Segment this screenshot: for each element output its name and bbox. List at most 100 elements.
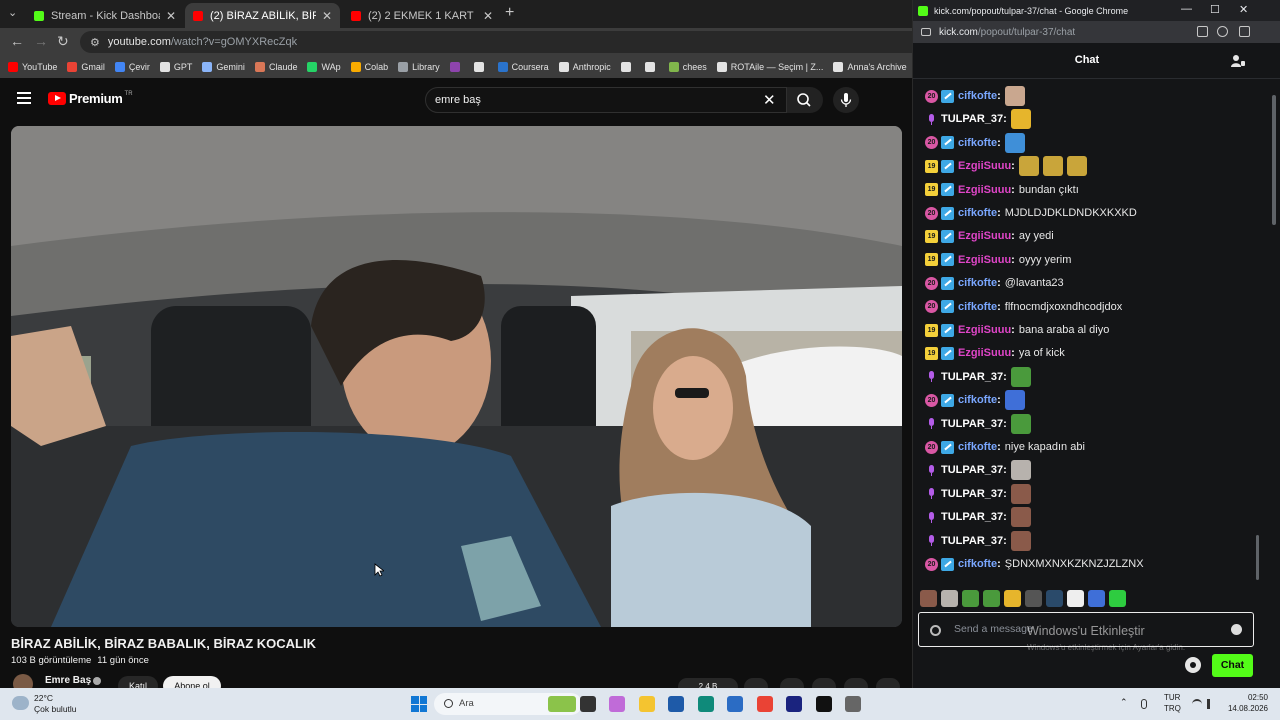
chat-username[interactable]: EzgiiSuuu [958,184,1011,196]
bookmark-item[interactable] [449,62,464,72]
tab-kick-dashboard[interactable]: Stream - Kick Dashboard ✕ [26,3,184,28]
clock-date[interactable]: 14.08.2026 [1222,704,1268,713]
recent-emote-icon[interactable] [1067,590,1084,607]
chat-message[interactable]: 20 cifkofte: MJDLDJDKLDNDKXKXKD [925,202,1137,224]
taskbar-app-icon[interactable] [548,696,576,712]
eye-off-icon[interactable] [1239,26,1250,37]
chat-message[interactable]: 19 EzgiiSuuu: ay yedi [925,225,1054,247]
chat-message[interactable]: TULPAR_37: [925,413,1035,435]
chat-emote-icon[interactable] [1018,156,1039,177]
close-tab-icon[interactable]: ✕ [322,9,332,23]
maximize-icon[interactable]: ☐ [1210,3,1220,16]
channel-name[interactable]: Emre Baş [45,675,91,686]
recent-emote-icon[interactable] [1004,590,1021,607]
chat-username[interactable]: TULPAR_37 [941,371,1003,383]
chat-send-button[interactable]: Chat [1212,654,1253,677]
search-input[interactable]: emre baş [425,87,787,113]
back-icon[interactable]: ← [10,33,24,49]
chat-emote-icon[interactable] [1010,507,1031,528]
chat-message[interactable]: TULPAR_37: [925,530,1035,552]
bookmark-item[interactable]: Çevir [114,62,150,72]
weather-cloud-icon[interactable] [12,696,29,710]
chat-emote-icon[interactable] [1010,366,1031,387]
bookmark-item[interactable]: Library [398,62,440,72]
site-info-icon[interactable] [921,28,931,36]
chat-message[interactable]: 19 EzgiiSuuu: oyyy yerim [925,249,1071,271]
tab-youtube-video-2[interactable]: (2) 2 EKMEK 1 KART | SHOW DA ✕ [343,3,501,28]
chat-emote-icon[interactable] [1010,109,1031,130]
bookmark-item[interactable]: Gmail [67,62,105,72]
chat-emote-icon[interactable] [1004,132,1025,153]
chat-username[interactable]: cifkofte [958,137,997,149]
tab-search-icon[interactable]: ⌄ [8,6,17,19]
bookmark-item[interactable]: Anthropic [558,62,611,72]
chat-emote-icon[interactable] [1004,390,1025,411]
page-scrollbar[interactable] [1272,95,1276,225]
volume-icon[interactable] [1207,699,1217,709]
chat-message[interactable]: 20 cifkofte: flfnocmdjxoxndhcodjdox [925,296,1122,318]
chat-message[interactable]: TULPAR_37: [925,459,1035,481]
translate-icon[interactable] [1197,26,1208,37]
chat-username[interactable]: TULPAR_37 [941,464,1003,476]
input-layout[interactable]: TRQ [1164,704,1181,713]
input-language[interactable]: TUR [1164,693,1180,702]
taskbar-app-icon[interactable] [786,696,802,712]
bookmark-item[interactable] [644,62,659,72]
video-player[interactable] [11,126,902,627]
taskbar-app-icon[interactable] [845,696,861,712]
bookmark-item[interactable] [620,62,635,72]
chat-scrollbar[interactable] [1256,535,1259,580]
hamburger-menu-icon[interactable] [17,92,31,104]
chat-username[interactable]: cifkofte [958,441,997,453]
user-settings-icon[interactable] [1231,54,1245,68]
chat-message[interactable]: TULPAR_37: [925,108,1035,130]
chat-username[interactable]: cifkofte [958,277,997,289]
chat-emote-icon[interactable] [1010,413,1031,434]
chat-identity-icon[interactable] [930,625,941,636]
taskbar-app-icon[interactable] [638,696,655,712]
recent-emote-icon[interactable] [962,590,979,607]
recent-emote-icon[interactable] [983,590,1000,607]
close-tab-icon[interactable]: ✕ [166,9,176,23]
tab-youtube-video[interactable]: (2) BİRAZ ABİLİK, BİRAZ BA ✕ [185,3,340,28]
bookmark-item[interactable]: Gemini [202,62,245,72]
bookmark-item[interactable]: Coursera [497,62,549,72]
chat-username[interactable]: TULPAR_37 [941,511,1003,523]
bookmark-item[interactable]: ROTAile — Seçim | Z... [716,62,823,72]
chat-username[interactable]: EzgiiSuuu [958,230,1011,242]
chat-emote-icon[interactable] [1066,156,1087,177]
chat-message[interactable]: 19 EzgiiSuuu: bana araba al diyo [925,319,1109,341]
bookmark-item[interactable]: WAp [307,62,341,72]
chat-message[interactable]: 19 EzgiiSuuu: ya of kick [925,342,1065,364]
site-info-icon[interactable]: ⚙ [90,36,100,49]
chat-message[interactable]: TULPAR_37: [925,506,1035,528]
bookmark-item[interactable]: Claude [254,62,297,72]
windows-start-icon[interactable] [411,696,427,712]
tray-microphone-icon[interactable] [1141,699,1147,709]
youtube-premium-logo[interactable]: Premium TR [48,91,133,106]
address-bar[interactable]: ⚙ youtube.com/watch?v=gOMYXRecZqk [80,31,912,53]
tray-overflow-icon[interactable]: ⌃ [1120,697,1130,707]
chat-message[interactable]: 19 EzgiiSuuu: [925,155,1091,177]
new-tab-icon[interactable]: + [505,4,514,22]
chat-message[interactable]: 20 cifkofte: [925,132,1029,154]
chat-message[interactable]: TULPAR_37: [925,483,1035,505]
chat-username[interactable]: cifkofte [958,207,997,219]
taskbar-app-icon[interactable] [609,696,625,712]
chat-emote-icon[interactable] [1004,86,1025,106]
chat-message[interactable]: 19 EzgiiSuuu: bundan çıktı [925,179,1079,201]
zoom-icon[interactable] [1217,26,1228,37]
taskbar-app-icon[interactable] [697,696,714,712]
taskbar-app-icon[interactable] [579,696,596,712]
popup-address-bar[interactable]: kick.com/popout/tulpar-37/chat [913,21,1280,43]
chat-username[interactable]: cifkofte [958,558,997,570]
chat-username[interactable]: EzgiiSuuu [958,254,1011,266]
bookmark-item[interactable]: Anna's Archive [833,62,907,72]
chat-username[interactable]: cifkofte [958,90,997,102]
chat-settings-gear-icon[interactable] [1185,657,1201,673]
clear-search-icon[interactable]: ✕ [763,91,776,109]
search-button[interactable] [787,87,823,113]
chat-message[interactable]: 20 cifkofte: @lavanta23 [925,272,1064,294]
bookmark-item[interactable]: GPT [159,62,192,72]
chat-message[interactable]: 20 cifkofte: [925,389,1029,411]
